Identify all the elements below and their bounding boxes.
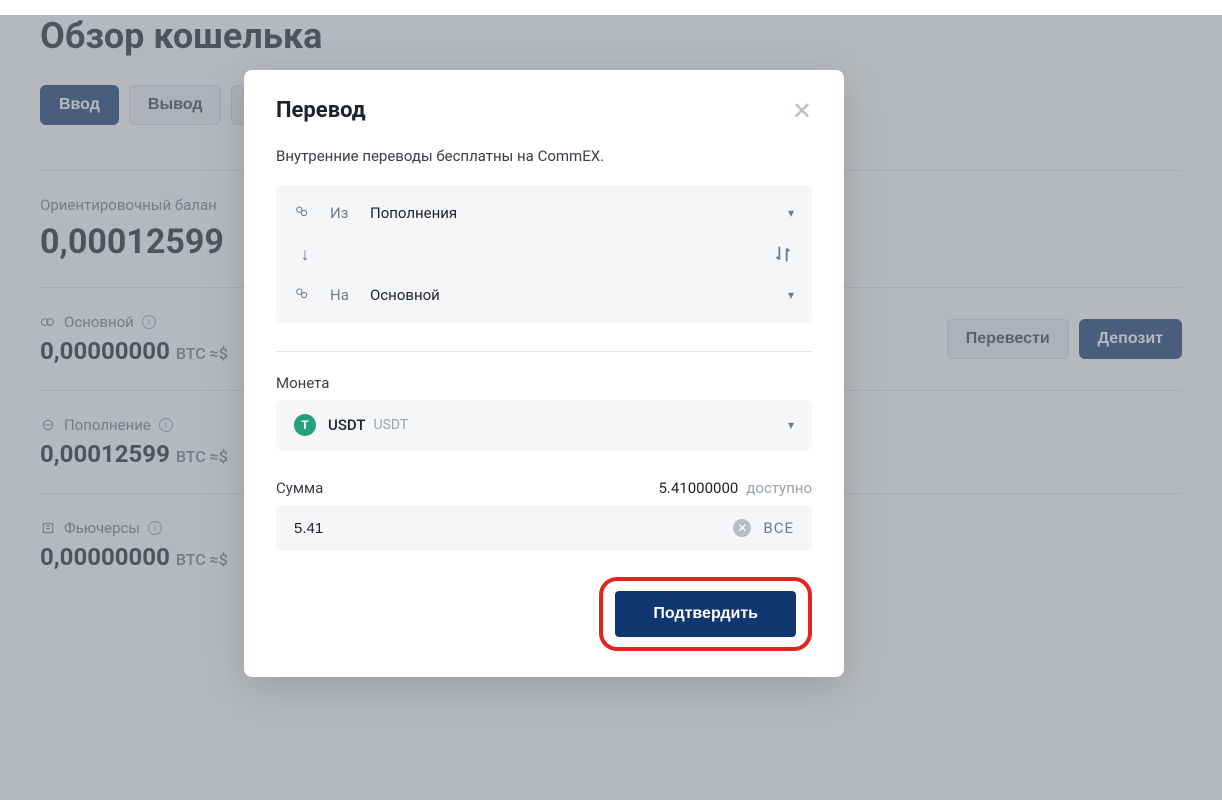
coin-select[interactable]: T USDT USDT ▾ bbox=[276, 400, 812, 450]
available-value: 5.41000000 bbox=[658, 479, 738, 497]
transfer-from-row[interactable]: Из Пополнения ▾ bbox=[276, 189, 812, 237]
available-text: доступно bbox=[746, 479, 812, 497]
amount-label: Сумма bbox=[276, 479, 323, 497]
coin-symbol: USDT bbox=[328, 416, 365, 434]
from-label: Из bbox=[330, 204, 370, 222]
highlight-ring: Подтвердить bbox=[599, 577, 812, 651]
confirm-button[interactable]: Подтвердить bbox=[615, 591, 796, 637]
from-value: Пополнения bbox=[370, 204, 788, 222]
divider bbox=[276, 351, 812, 352]
chevron-down-icon: ▾ bbox=[788, 206, 794, 220]
from-wallet-icon bbox=[294, 203, 316, 223]
coin-label: Монета bbox=[276, 374, 812, 392]
swap-icon[interactable] bbox=[772, 243, 794, 265]
arrow-down-icon: ↓ bbox=[294, 244, 316, 265]
modal-title: Перевод bbox=[276, 98, 366, 123]
usdt-icon: T bbox=[294, 414, 316, 436]
chevron-down-icon: ▾ bbox=[788, 418, 794, 432]
transfer-direction-box: Из Пополнения ▾ ↓ На Основной ▾ bbox=[276, 185, 812, 323]
to-label: На bbox=[330, 286, 370, 304]
amount-input[interactable] bbox=[294, 520, 733, 537]
amount-input-box: ✕ ВСЕ bbox=[276, 505, 812, 551]
modal-description: Внутренние переводы бесплатны на CommEX. bbox=[276, 147, 812, 165]
transfer-to-row[interactable]: На Основной ▾ bbox=[276, 271, 812, 319]
all-button[interactable]: ВСЕ bbox=[763, 519, 794, 537]
clear-icon[interactable]: ✕ bbox=[733, 519, 751, 537]
coin-name: USDT bbox=[373, 417, 787, 433]
to-wallet-icon bbox=[294, 285, 316, 305]
chevron-down-icon: ▾ bbox=[788, 288, 794, 302]
transfer-modal: Перевод ✕ Внутренние переводы бесплатны … bbox=[244, 70, 844, 677]
close-icon[interactable]: ✕ bbox=[792, 99, 812, 123]
to-value: Основной bbox=[370, 286, 788, 304]
